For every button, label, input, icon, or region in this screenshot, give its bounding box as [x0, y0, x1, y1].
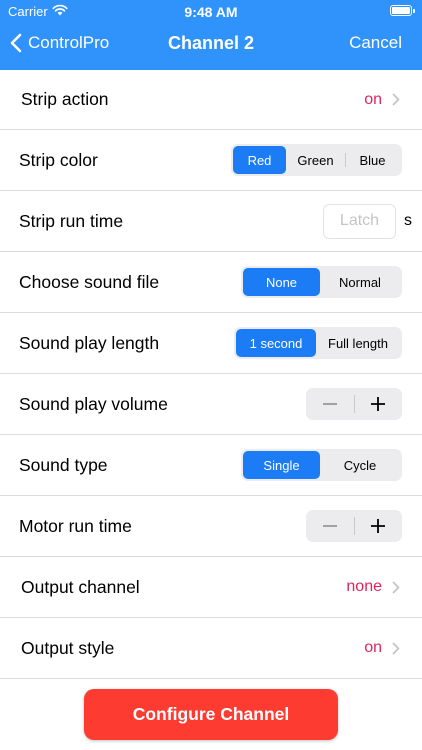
strip-action-label: Strip action — [21, 89, 109, 109]
output-channel-label: Output channel — [21, 576, 140, 597]
chevron-right-icon — [392, 93, 400, 106]
strip-run-time-row: Strip run time s — [0, 191, 422, 252]
strip-run-time-label: Strip run time — [19, 210, 124, 231]
settings-list: Strip action on Strip color Red Green Bl… — [0, 70, 422, 679]
chevron-left-icon — [10, 33, 22, 53]
minus-icon — [323, 403, 337, 405]
sound-file-segmented: None Normal — [241, 266, 402, 298]
output-style-value: on — [364, 639, 382, 656]
sound-file-normal[interactable]: Normal — [320, 268, 400, 296]
sound-volume-stepper — [306, 388, 402, 420]
output-style-disclosure[interactable]: on — [364, 639, 400, 657]
strip-action-row[interactable]: Strip action on — [0, 70, 422, 130]
chevron-right-icon — [392, 642, 400, 654]
footer: Configure Channel — [0, 679, 422, 750]
strip-color-row: Strip color Red Green Blue — [0, 130, 422, 191]
sound-length-full[interactable]: Full length — [316, 329, 400, 357]
motor-run-time-row: Motor run time — [0, 496, 422, 557]
motor-run-time-stepper — [306, 510, 402, 542]
sound-length-1-second[interactable]: 1 second — [236, 329, 316, 357]
cancel-button[interactable]: Cancel — [349, 33, 402, 53]
configure-channel-button[interactable]: Configure Channel — [84, 689, 338, 740]
sound-volume-decrement[interactable] — [306, 388, 354, 420]
output-style-label: Output style — [21, 637, 115, 658]
sound-type-row: Sound type Single Cycle — [0, 435, 422, 496]
sound-file-row: Choose sound file None Normal — [0, 252, 422, 313]
output-channel-row[interactable]: Output channel none — [0, 557, 422, 618]
sound-type-cycle[interactable]: Cycle — [320, 451, 400, 479]
sound-length-segmented: 1 second Full length — [234, 327, 402, 359]
sound-file-none[interactable]: None — [243, 268, 320, 296]
status-bar: Carrier 9:48 AM — [0, 0, 422, 24]
sound-file-label: Choose sound file — [19, 271, 160, 292]
minus-icon — [323, 525, 337, 527]
back-button[interactable]: ControlPro — [10, 33, 109, 53]
nav-bar: ControlPro Channel 2 Cancel — [0, 24, 422, 70]
motor-run-time-increment[interactable] — [354, 510, 402, 542]
status-time: 9:48 AM — [184, 4, 238, 20]
motor-run-time-decrement[interactable] — [306, 510, 354, 542]
sound-volume-increment[interactable] — [354, 388, 402, 420]
back-label: ControlPro — [28, 33, 110, 52]
chevron-right-icon — [392, 581, 400, 593]
sound-volume-row: Sound play volume — [0, 374, 422, 435]
sound-volume-label: Sound play volume — [19, 393, 168, 414]
sound-type-segmented: Single Cycle — [241, 449, 402, 481]
plus-icon — [371, 519, 385, 533]
strip-color-label: Strip color — [19, 149, 98, 170]
strip-color-segmented: Red Green Blue — [231, 144, 402, 176]
strip-run-time-control: s — [323, 203, 412, 239]
sound-length-label: Sound play length — [19, 332, 160, 353]
output-channel-disclosure[interactable]: none — [346, 578, 400, 596]
plus-icon — [371, 397, 385, 411]
sound-type-single[interactable]: Single — [243, 451, 320, 479]
header: Carrier 9:48 AM ControlPro Channel 2 Can… — [0, 0, 422, 70]
sound-type-label: Sound type — [19, 454, 108, 475]
strip-color-red[interactable]: Red — [233, 146, 286, 174]
seconds-unit: s — [404, 212, 412, 229]
output-style-row[interactable]: Output style on — [0, 618, 422, 679]
strip-action-value: on — [364, 90, 382, 108]
strip-color-green[interactable]: Green — [286, 146, 345, 174]
strip-color-blue[interactable]: Blue — [345, 146, 400, 174]
output-channel-value: none — [346, 578, 382, 595]
battery-icon — [390, 5, 415, 16]
sound-length-row: Sound play length 1 second Full length — [0, 313, 422, 374]
strip-action-disclosure[interactable]: on — [364, 91, 400, 109]
motor-run-time-label: Motor run time — [19, 515, 132, 536]
strip-run-time-input[interactable] — [323, 203, 396, 239]
